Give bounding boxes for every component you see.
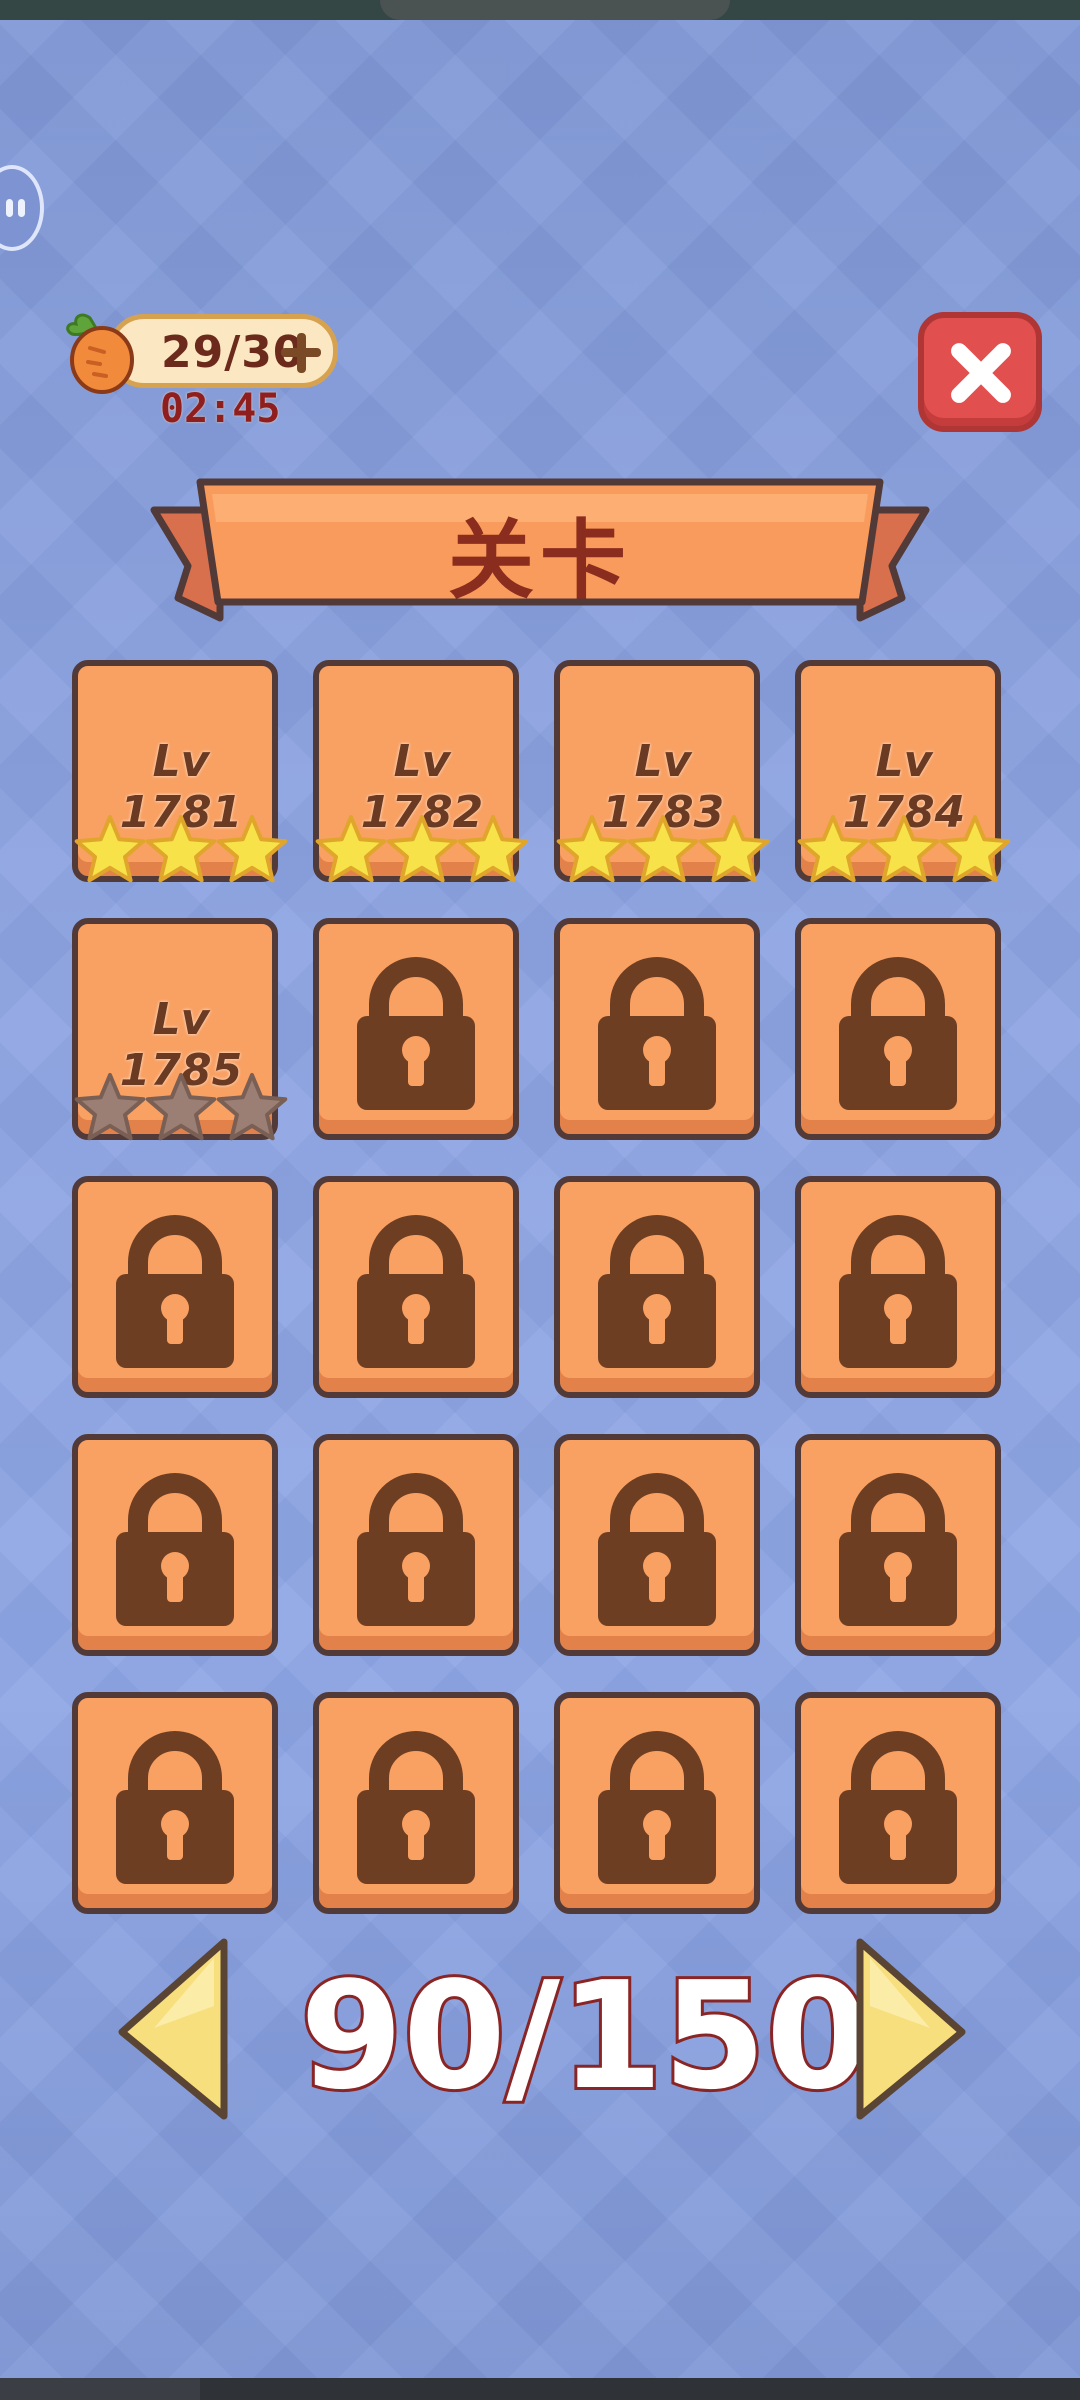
level-tile-locked[interactable] <box>313 1176 519 1398</box>
lock-icon <box>598 1473 716 1626</box>
star-filled-icon <box>457 815 529 883</box>
level-tile-locked[interactable] <box>72 1176 278 1398</box>
lock-icon <box>357 1473 475 1626</box>
lock-icon <box>598 1731 716 1884</box>
star-rating <box>556 815 770 883</box>
close-button[interactable] <box>918 312 1042 432</box>
status-bar-notch <box>380 0 730 20</box>
star-filled-icon <box>939 815 1011 883</box>
lock-icon <box>116 1731 234 1884</box>
star-filled-icon <box>698 815 770 883</box>
page-title: 关卡 <box>448 511 632 611</box>
star-filled-icon <box>386 815 458 883</box>
level-tile-locked[interactable] <box>795 918 1001 1140</box>
star-filled-icon <box>145 815 217 883</box>
level-tile-locked[interactable] <box>795 1692 1001 1914</box>
star-empty-icon <box>74 1073 146 1141</box>
level-tile[interactable]: Lv 1781 <box>72 660 288 883</box>
gesture-pill <box>200 2378 1080 2400</box>
level-tile-locked[interactable] <box>554 1692 760 1914</box>
star-filled-icon <box>216 815 288 883</box>
avatar-eye-left <box>6 199 13 217</box>
lock-icon <box>839 957 957 1110</box>
lock-icon <box>116 1215 234 1368</box>
nav-bar <box>0 2378 1080 2400</box>
star-filled-icon <box>797 815 869 883</box>
lock-icon <box>598 957 716 1110</box>
star-empty-icon <box>145 1073 217 1141</box>
level-tile-locked[interactable] <box>72 1692 278 1914</box>
add-energy-button[interactable] <box>279 331 323 375</box>
level-tile[interactable]: Lv 1784 <box>795 660 1011 883</box>
star-rating <box>74 815 288 883</box>
next-page-button[interactable] <box>850 1936 970 2122</box>
lock-icon <box>839 1215 957 1368</box>
energy-counter: 29/30 <box>108 314 338 388</box>
lock-icon <box>598 1215 716 1368</box>
star-filled-icon <box>315 815 387 883</box>
carrot-icon <box>66 313 134 394</box>
level-tile[interactable]: Lv 1785 <box>72 918 288 1141</box>
lock-icon <box>839 1473 957 1626</box>
lock-icon <box>357 1215 475 1368</box>
status-bar <box>0 0 1080 20</box>
lock-icon <box>839 1731 957 1884</box>
level-tile-locked[interactable] <box>72 1434 278 1656</box>
star-filled-icon <box>74 815 146 883</box>
side-avatar-button[interactable] <box>0 165 44 251</box>
star-filled-icon <box>556 815 628 883</box>
lock-icon <box>357 1731 475 1884</box>
star-filled-icon <box>868 815 940 883</box>
level-tile[interactable]: Lv 1783 <box>554 660 770 883</box>
avatar-eye-right <box>18 199 25 217</box>
prev-page-button[interactable] <box>114 1936 234 2122</box>
level-tile-locked[interactable] <box>554 1176 760 1398</box>
level-tile-locked[interactable] <box>313 1434 519 1656</box>
star-filled-icon <box>627 815 699 883</box>
lock-icon <box>357 957 475 1110</box>
level-tile-locked[interactable] <box>313 1692 519 1914</box>
level-tile-locked[interactable] <box>554 918 760 1140</box>
energy-timer: 02:45 <box>160 386 281 432</box>
level-tile[interactable]: Lv 1782 <box>313 660 529 883</box>
star-empty-icon <box>216 1073 288 1141</box>
level-tile-locked[interactable] <box>554 1434 760 1656</box>
level-tile-locked[interactable] <box>795 1434 1001 1656</box>
level-tile-locked[interactable] <box>313 918 519 1140</box>
page-indicator: 90/150 <box>297 1947 872 2125</box>
lock-icon <box>116 1473 234 1626</box>
star-rating <box>315 815 529 883</box>
star-rating <box>74 1073 288 1141</box>
star-rating <box>797 815 1011 883</box>
level-tile-locked[interactable] <box>795 1176 1001 1398</box>
